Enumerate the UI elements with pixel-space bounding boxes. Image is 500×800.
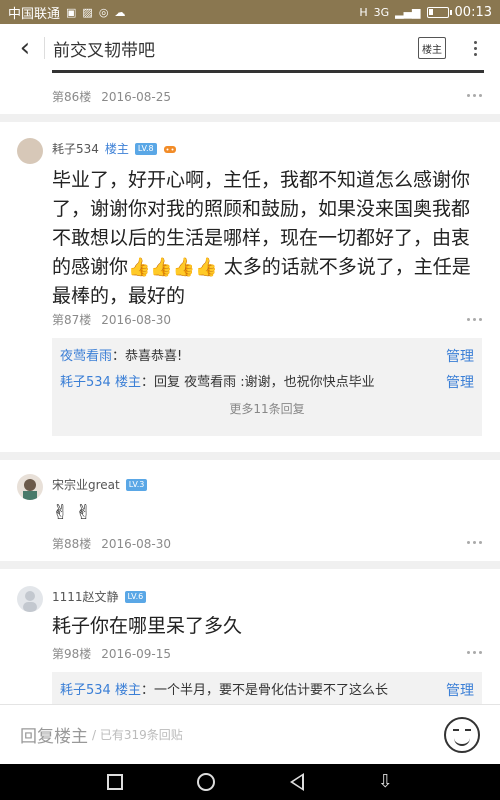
- manage-link[interactable]: 管理: [446, 370, 474, 396]
- post-author: 宋宗业great LV.3: [52, 476, 148, 493]
- more-vertical-icon[interactable]: [460, 40, 490, 56]
- signal-h-icon: H: [359, 5, 368, 19]
- notification-icon: ▣: [66, 5, 77, 19]
- username[interactable]: 耗子534: [52, 140, 99, 157]
- forum-title[interactable]: 前交叉韧带吧: [53, 36, 155, 61]
- clock: 00:13: [454, 4, 492, 20]
- more-options-icon[interactable]: [467, 94, 482, 97]
- reply-item[interactable]: 夜莺看雨：恭喜恭喜! 管理: [60, 344, 474, 370]
- manage-link[interactable]: 管理: [446, 344, 474, 370]
- image-notification-icon: ▨: [82, 5, 93, 19]
- recent-apps-icon[interactable]: [107, 774, 124, 790]
- back-arrow-icon[interactable]: ‹: [10, 28, 40, 68]
- nav-divider: [44, 37, 45, 59]
- post-meta: 第86楼 2016-08-25: [52, 88, 171, 105]
- notification-pull-icon[interactable]: ⇩: [378, 773, 393, 791]
- post-content: ✌ ✌: [52, 500, 92, 524]
- post-divider: [0, 114, 500, 122]
- avatar[interactable]: [17, 138, 43, 164]
- post-divider: [0, 452, 500, 460]
- post-meta: 第98楼 2016-09-15: [52, 645, 171, 662]
- reply-box: 夜莺看雨：恭喜恭喜! 管理 耗子534 楼主：回复 夜莺看雨 :谢谢，也祝你快点…: [52, 338, 482, 436]
- floor-number: 第98楼: [52, 647, 92, 661]
- more-options-icon[interactable]: [467, 651, 482, 654]
- reply-item[interactable]: 耗子534 楼主：回复 夜莺看雨 :谢谢，也祝你快点毕业 管理: [60, 370, 474, 396]
- reply-bar: 回复楼主 / 已有319条回贴: [0, 704, 500, 764]
- reply-author[interactable]: 耗子534 楼主: [60, 683, 141, 698]
- reply-text: 回复 夜莺看雨 :谢谢，也祝你快点毕业: [153, 375, 375, 390]
- network-type-label: 3G: [373, 5, 390, 19]
- reply-author[interactable]: 夜莺看雨: [60, 349, 112, 364]
- post-date: 2016-08-30: [101, 537, 172, 551]
- cloud-icon: ☁: [114, 5, 126, 19]
- post-author: 1111赵文静 LV.6: [52, 588, 147, 605]
- level-badge: LV.3: [125, 478, 148, 491]
- back-icon[interactable]: [289, 773, 304, 791]
- more-options-icon[interactable]: [467, 318, 482, 321]
- carrier-label: 中国联通: [8, 6, 61, 22]
- username[interactable]: 1111赵文静: [52, 588, 119, 605]
- more-replies-link[interactable]: 更多11条回复: [60, 396, 474, 422]
- post-date: 2016-08-30: [101, 313, 172, 327]
- status-bar: 中国联通 ▣ ▨ ◎ ☁ H 3G ▂▄▆ 00:13: [0, 0, 500, 24]
- post-meta: 第87楼 2016-08-30: [52, 311, 171, 328]
- system-navigation-bar: ⇩: [0, 764, 500, 800]
- avatar[interactable]: [17, 474, 43, 500]
- reply-author[interactable]: 耗子534 楼主: [60, 375, 141, 390]
- post-author: 耗子534 楼主 LV.8: [52, 140, 176, 157]
- post-image-edge: [52, 70, 484, 73]
- post-content: 毕业了，好开心啊，主任，我都不知道怎么感谢你了，谢谢你对我的照顾和鼓励，如果没来…: [52, 166, 482, 311]
- post-date: 2016-08-25: [101, 90, 172, 104]
- reply-count: / 已有319条回贴: [92, 728, 183, 742]
- username[interactable]: 宋宗业great: [52, 476, 120, 493]
- manage-link[interactable]: 管理: [446, 678, 474, 704]
- only-louzhu-button[interactable]: 楼主: [418, 37, 446, 59]
- more-options-icon[interactable]: [467, 541, 482, 544]
- gamepad-badge-icon: [163, 143, 176, 155]
- floor-number: 第87楼: [52, 313, 92, 327]
- emoji-face-icon[interactable]: [444, 716, 480, 753]
- post-divider: [0, 561, 500, 569]
- home-icon[interactable]: [197, 773, 216, 791]
- signal-bars-icon: ▂▄▆: [395, 5, 421, 19]
- level-badge: LV.6: [124, 590, 147, 603]
- reply-text: 一个半月，要不是骨化估计要不了这么长: [153, 683, 388, 698]
- thumbs-up-emojis: 👍👍👍👍: [128, 257, 218, 278]
- post-content: 耗子你在哪里呆了多久: [52, 615, 243, 637]
- reply-text: 恭喜恭喜!: [125, 349, 183, 364]
- louzhu-tag: 楼主: [104, 142, 129, 156]
- battery-icon: [426, 6, 452, 18]
- avatar[interactable]: [17, 586, 43, 612]
- floor-number: 第86楼: [52, 90, 92, 104]
- post-date: 2016-09-15: [101, 647, 172, 661]
- compass-icon: ◎: [98, 5, 109, 19]
- post-meta: 第88楼 2016-08-30: [52, 535, 171, 552]
- reply-louzhu-input[interactable]: 回复楼主: [20, 722, 88, 747]
- reply-item[interactable]: 耗子534 楼主：一个半月，要不是骨化估计要不了这么长 管理: [60, 678, 474, 704]
- level-badge: LV.8: [134, 142, 157, 155]
- floor-number: 第88楼: [52, 537, 92, 551]
- navigation-bar: ‹ 前交叉韧带吧 楼主: [0, 24, 500, 72]
